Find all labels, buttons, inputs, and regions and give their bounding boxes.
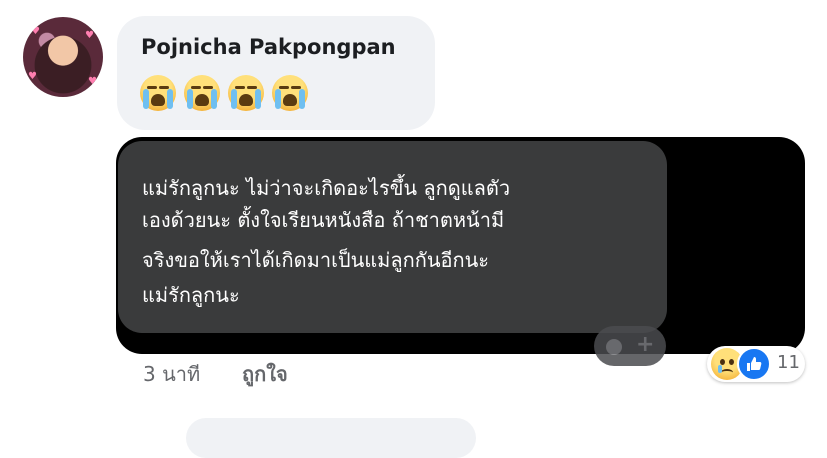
reaction-count: 11 [777, 352, 800, 373]
heart-icon: ♥ [28, 71, 37, 82]
crying-face-icon [140, 75, 176, 111]
like-button[interactable]: ถูกใจ [242, 364, 288, 384]
like-reaction-icon [737, 347, 771, 381]
next-comment-bubble [186, 418, 476, 458]
comment-avatar[interactable]: ♥ ♥ ♥ ♥ [23, 17, 103, 97]
heart-icon: ♥ [85, 30, 94, 41]
comment-author-name[interactable]: Pojnicha Pakpongpan [141, 35, 396, 59]
comment-timestamp[interactable]: 3 นาที [143, 364, 200, 384]
crying-face-icon [272, 75, 308, 111]
image-message-line: แม่รักลูกนะ ไม่ว่าจะเกิดอะไรขึ้น ลูกดูแล… [142, 176, 511, 200]
crying-face-icon [228, 75, 264, 111]
heart-icon: ♥ [31, 26, 40, 37]
comment-bubble [117, 16, 435, 130]
add-reaction-icon: + [594, 326, 666, 366]
image-message-line: เองด้วยนะ ตั้งใจเรียนหนังสือ ถ้าชาตหน้าม… [142, 208, 505, 232]
heart-icon: ♥ [88, 76, 97, 87]
crying-face-icon [184, 75, 220, 111]
reaction-summary[interactable]: 11 [707, 346, 805, 382]
comment-emoji-row [140, 75, 308, 111]
image-message-line: แม่รักลูกนะ [142, 283, 240, 307]
image-message-line: จริงขอให้เราได้เกิดมาเป็นแม่ลูกกันอีกนะ [142, 248, 490, 272]
